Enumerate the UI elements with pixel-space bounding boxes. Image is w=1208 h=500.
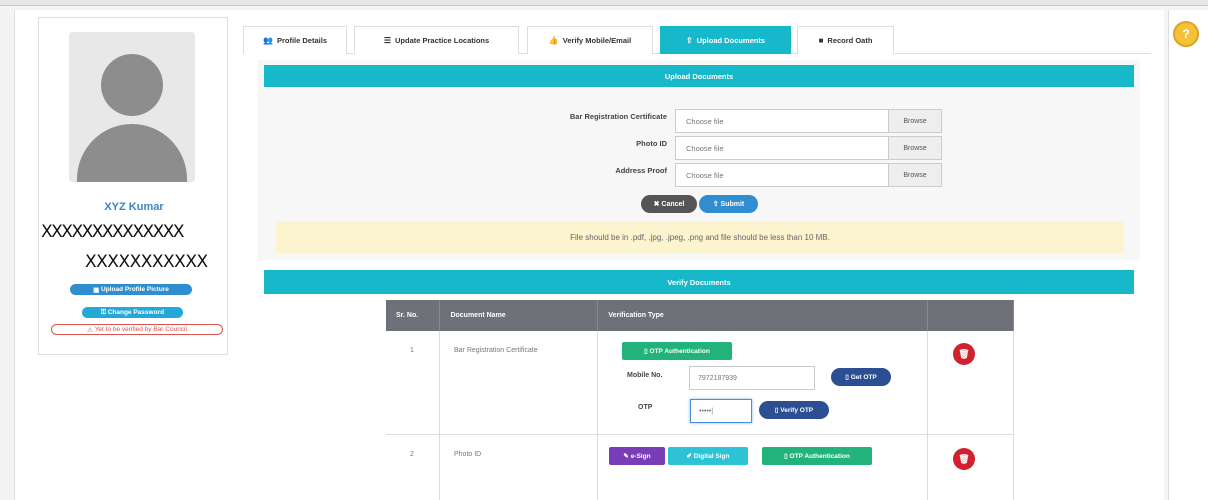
address-proof-browse-button[interactable]: Browse: [888, 163, 942, 187]
photo-id-label: Photo ID: [636, 139, 667, 148]
pen-icon: ✐: [686, 453, 694, 460]
user-icon: 👥: [263, 36, 273, 45]
tab-profile-details[interactable]: 👥 Profile Details: [243, 26, 347, 54]
upload-icon: ⇧: [712, 201, 721, 208]
address-proof-file-input[interactable]: Choose file: [675, 163, 889, 187]
video-icon: ■: [818, 36, 824, 45]
close-icon: ✖: [653, 201, 662, 208]
profile-name: XYZ Kumar: [104, 201, 164, 213]
tab-update-practice-locations[interactable]: ☰ Update Practice Locations: [354, 26, 519, 54]
photo-id-browse-button[interactable]: Browse: [888, 136, 942, 160]
tab-upload-documents[interactable]: ⇧ Upload Documents: [660, 26, 791, 54]
change-password-button[interactable]: ⚿ Change Password: [82, 307, 183, 318]
row-2-esign-button[interactable]: ✎ e-Sign: [609, 447, 665, 465]
row-1-delete-button[interactable]: 🗑: [953, 343, 975, 365]
table-row: [386, 434, 1014, 500]
otp-input[interactable]: •••••|: [690, 399, 752, 423]
key-icon: ⚿: [100, 308, 108, 316]
column-actions: [927, 300, 1014, 331]
table-header-row: Sr. No. Document Name Verification Type: [386, 300, 1014, 331]
mobile-no-label: Mobile No.: [627, 372, 663, 379]
thumbs-up-icon: 👍: [548, 36, 559, 45]
edit-icon: ✎: [623, 453, 631, 460]
avatar-shoulders: [77, 124, 187, 182]
verify-documents-header: Verify Documents: [264, 270, 1134, 294]
row-1-document-name: Bar Registration Certificate: [454, 347, 538, 354]
row-1-otp-authentication-button[interactable]: ▯ OTP Authentication: [622, 342, 732, 360]
tab-verify-mobile-email[interactable]: 👍 Verify Mobile/Email: [527, 26, 653, 54]
column-sr-no: Sr. No.: [386, 300, 441, 331]
mobile-no-input[interactable]: 7972187939: [689, 366, 815, 390]
warning-icon: ⚠: [87, 326, 95, 334]
masked-id-line-1: XXXXXXXXXXXXXX: [41, 222, 185, 242]
list-icon: ☰: [383, 36, 391, 45]
row-2-delete-button[interactable]: 🗑: [953, 448, 975, 470]
trash-icon: 🗑: [958, 348, 970, 359]
profile-card: XYZ Kumar XXXXXXXXXXXXXX XXXXXXXXXXX ▣ U…: [38, 17, 228, 355]
row-2-digital-sign-button[interactable]: ✐ Digital Sign: [668, 447, 748, 465]
row-2-sr-no: 2: [410, 451, 414, 458]
tab-record-oath[interactable]: ■ Record Oath: [797, 26, 894, 54]
address-proof-label: Address Proof: [615, 166, 667, 175]
support-icon[interactable]: ?: [1173, 21, 1199, 47]
row-2-document-name: Photo ID: [454, 451, 482, 458]
get-otp-button[interactable]: ▯ Get OTP: [831, 368, 891, 386]
verify-otp-button[interactable]: ▯ Verify OTP: [759, 401, 829, 419]
photo-id-file-input[interactable]: Choose file: [675, 136, 889, 160]
bar-registration-browse-button[interactable]: Browse: [888, 109, 942, 133]
avatar-head: [101, 54, 163, 116]
submit-button[interactable]: ⇧ Submit: [699, 195, 758, 213]
bar-registration-file-input[interactable]: Choose file: [675, 109, 889, 133]
bar-registration-label: Bar Registration Certificate: [569, 112, 667, 121]
top-border: [0, 0, 1208, 6]
column-document-name: Document Name: [439, 300, 599, 331]
upload-documents-header: Upload Documents: [264, 65, 1134, 87]
otp-label: OTP: [638, 404, 653, 411]
avatar: [69, 32, 195, 182]
profile-tabs: 👥 Profile Details ☰ Update Practice Locati…: [243, 26, 1151, 54]
row-1-sr-no: 1: [410, 347, 414, 354]
verification-status-badge: ⚠ Yet to be verified by Bar Council: [51, 324, 223, 335]
file-format-note: File should be in .pdf, .jpg, .jpeg, .pn…: [276, 221, 1124, 253]
upload-profile-picture-button[interactable]: ▣ Upload Profile Picture: [70, 284, 192, 295]
image-icon: ▣: [93, 286, 102, 294]
right-sidebar: [1168, 10, 1208, 500]
row-2-otp-authentication-button[interactable]: ▯ OTP Authentication: [762, 447, 872, 465]
masked-id-line-2: XXXXXXXXXXX: [85, 252, 208, 272]
upload-icon: ⇧: [685, 36, 693, 45]
cancel-button[interactable]: ✖ Cancel: [641, 195, 697, 213]
trash-icon: 🗑: [958, 453, 970, 464]
column-verification-type: Verification Type: [597, 300, 929, 331]
